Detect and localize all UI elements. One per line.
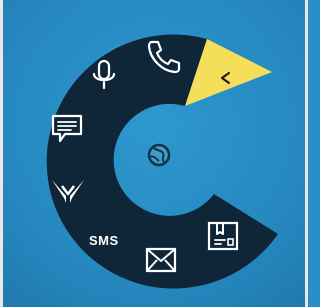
globe-icon[interactable] xyxy=(147,143,171,167)
radial-menu xyxy=(46,34,278,289)
sms-menu-item[interactable]: SMS xyxy=(89,233,119,248)
radial-menu-screen: SMS xyxy=(0,0,308,307)
